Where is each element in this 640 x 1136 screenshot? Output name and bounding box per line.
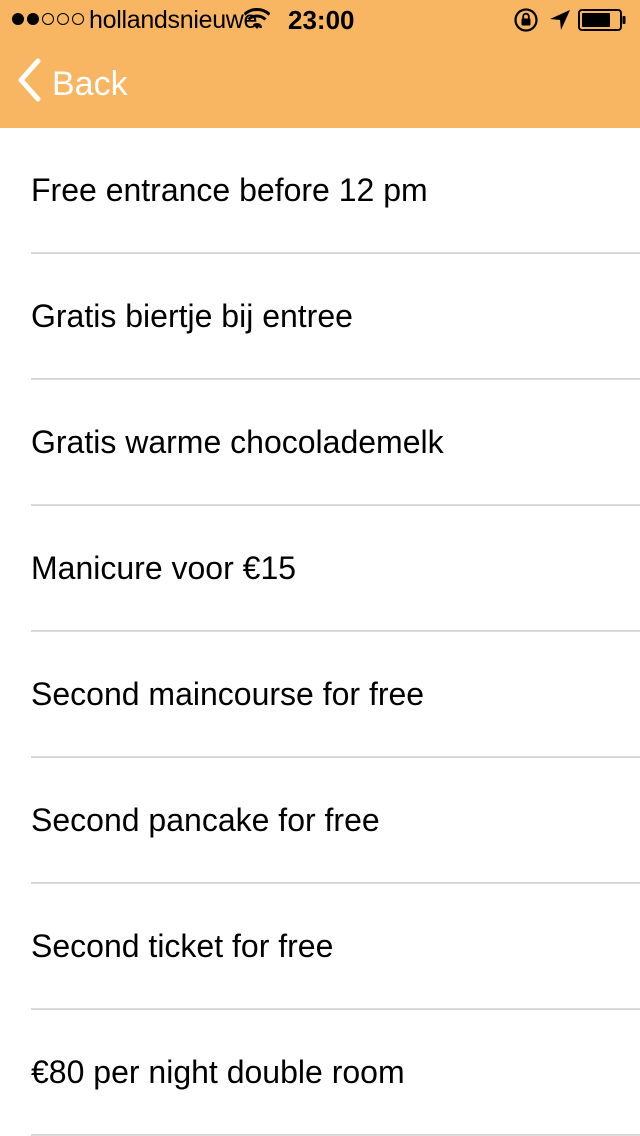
list-item-label: Manicure voor €15 [31,550,297,586]
list-item[interactable]: Manicure voor €15 [0,506,640,632]
list-item-label: Free entrance before 12 pm [31,172,428,208]
list-item-label: Gratis warme chocolademelk [31,424,444,460]
list-item-label: Second pancake for free [31,802,380,838]
rotation-lock-icon [513,7,539,40]
list-item[interactable]: €80 per night double room [0,1010,640,1136]
list-item[interactable]: Gratis warme chocolademelk [0,380,640,506]
list-item[interactable]: Free entrance before 12 pm [0,128,640,254]
list-item[interactable]: Second ticket for free [0,884,640,1010]
list-item-label: Second ticket for free [31,928,334,964]
offers-list: Free entrance before 12 pm Gratis biertj… [0,128,640,1136]
location-arrow-icon [549,9,571,38]
back-label: Back [52,64,128,103]
status-time: 23:00 [288,5,355,35]
list-item[interactable]: Gratis biertje bij entree [0,254,640,380]
chevron-left-icon [16,58,42,111]
status-bar: hollandsnieuwe. 23:00 [0,0,640,40]
header: hollandsnieuwe. 23:00 Back [0,0,640,128]
back-button[interactable]: Back [16,40,128,128]
battery-icon [578,9,628,38]
list-item-label: Second maincourse for free [31,676,425,712]
navigation-bar: Back [0,40,640,128]
list-item-label: €80 per night double room [31,1054,405,1090]
signal-strength-icon [12,13,84,25]
list-item-label: Gratis biertje bij entree [31,298,353,334]
list-item[interactable]: Second maincourse for free [0,632,640,758]
wifi-icon [243,7,271,38]
carrier-name: hollandsnieuwe. [89,6,264,34]
list-item[interactable]: Second pancake for free [0,758,640,884]
